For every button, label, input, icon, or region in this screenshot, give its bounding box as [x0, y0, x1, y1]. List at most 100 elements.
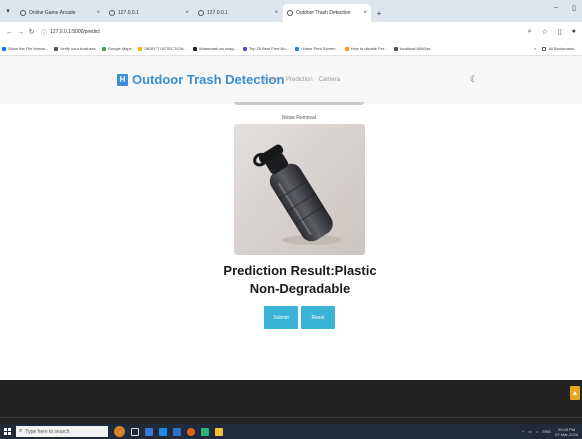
bookmark-label: Google Maps — [107, 46, 132, 51]
brand-logo-icon: H — [117, 73, 128, 86]
moon-icon[interactable]: ☾ — [470, 74, 478, 85]
tab-search-icon[interactable]: ▾ — [0, 0, 16, 22]
tab-title: Online Game Arcade — [29, 10, 76, 16]
footer-divider — [0, 417, 582, 418]
bookmark-item[interactable]: How to disable Pro... — [344, 46, 388, 51]
all-bookmarks-label: All Bookmarks — [548, 46, 574, 51]
prediction-result-line1: Prediction Result:Plastic — [223, 263, 377, 278]
globe-icon — [198, 10, 204, 16]
close-icon[interactable]: × — [96, 10, 100, 16]
browser-tab[interactable]: 127.0.0.1 × — [105, 4, 193, 22]
network-icon[interactable]: ▭ — [528, 429, 532, 434]
site-footer: ▲ — [0, 380, 582, 424]
new-tab-button[interactable]: + — [372, 4, 386, 22]
nav-camera[interactable]: Camera — [319, 77, 340, 83]
infinity-app-icon[interactable] — [145, 427, 153, 436]
bookmark-icon — [393, 46, 398, 51]
browser-tab[interactable]: Online Game Arcade × — [16, 4, 104, 22]
tab-title: 127.0.0.1 — [207, 10, 228, 16]
volume-icon[interactable]: ◖ — [536, 429, 538, 434]
minimize-icon[interactable]: – — [554, 4, 558, 12]
tab-title: Outdoor Trash Detection — [296, 10, 351, 16]
mail-app-icon[interactable] — [173, 427, 181, 436]
windows-start-button[interactable] — [0, 424, 14, 439]
bookmark-item[interactable]: Google Maps — [101, 46, 132, 51]
bookmark-item[interactable]: Show the File format... — [2, 46, 48, 51]
site-navbar: H Outdoor Trash Detection Home Predictio… — [0, 56, 582, 102]
bottle-illustration — [234, 124, 365, 255]
submit-button[interactable]: Submit — [264, 306, 298, 329]
brand-title: Outdoor Trash Detection — [132, 72, 285, 87]
bookmark-icon — [54, 46, 59, 51]
folder-icon[interactable] — [215, 427, 223, 436]
brand-link[interactable]: H Outdoor Trash Detection — [117, 72, 284, 87]
bookmark-label: OBJECT DETECTION... — [143, 46, 187, 51]
browser-tab-active[interactable]: Outdoor Trash Detection × — [283, 4, 371, 22]
url-text: 127.0.0.1:5000/predict — [50, 29, 100, 35]
system-tray: ^ ▭ ◖ ENG 09:25 PM 07-Mar-2024 — [522, 427, 582, 437]
bookmark-item[interactable]: OBJECT DETECTION... — [137, 46, 187, 51]
previous-image-edge — [234, 102, 364, 105]
nav-links: Home Prediction Camera — [264, 77, 340, 83]
close-icon[interactable]: × — [363, 10, 367, 16]
url-input[interactable]: ⓘ 127.0.0.1:5000/predict — [41, 25, 496, 39]
star-icon[interactable]: ☆ — [542, 28, 548, 36]
reset-button[interactable]: Reset — [301, 306, 335, 329]
all-bookmarks[interactable]: All Bookmarks — [542, 46, 574, 51]
taskbar-search-input[interactable]: ⌕ Type here to search — [16, 426, 108, 437]
chevron-up-icon: ▲ — [571, 389, 579, 397]
globe-icon — [20, 10, 26, 16]
bookmark-label: Watermark an imag... — [198, 46, 237, 51]
bookmark-label: How to disable Pro... — [350, 46, 388, 51]
bookmark-item[interactable]: Watermark an imag... — [192, 46, 237, 51]
overflow-icon[interactable]: » — [534, 46, 536, 51]
windows-logo-icon — [3, 428, 11, 435]
clock-date: 07-Mar-2024 — [555, 431, 578, 437]
bookmark-label: Verify your business — [60, 46, 96, 51]
screen: ▾ Online Game Arcade × 127.0.0.1 × 127.0… — [0, 0, 582, 439]
nav-prediction[interactable]: Prediction — [286, 77, 313, 83]
language-indicator[interactable]: ENG — [542, 429, 551, 434]
browser-tab[interactable]: 127.0.0.1 × — [194, 4, 282, 22]
bookmark-item[interactable]: I Have Print Screen... — [294, 46, 339, 51]
sidepanel-icon[interactable]: ▯ — [558, 28, 562, 36]
news-widget-icon[interactable] — [114, 426, 125, 437]
browser-tab-strip: ▾ Online Game Arcade × 127.0.0.1 × 127.0… — [0, 0, 582, 22]
tab-title: 127.0.0.1 — [118, 10, 139, 16]
search-placeholder: Type here to search — [25, 428, 70, 435]
globe-icon — [109, 10, 115, 16]
profile-icon[interactable]: ● — [572, 28, 576, 36]
close-icon[interactable]: × — [185, 10, 189, 16]
bookmark-label: Show the File format... — [8, 46, 49, 51]
address-bar-actions: ⌕ ☆ ▯ ● — [528, 28, 578, 36]
bookmark-icon — [294, 46, 299, 51]
task-view-icon[interactable] — [131, 427, 139, 436]
clock[interactable]: 09:25 PM 07-Mar-2024 — [555, 427, 578, 437]
reload-icon[interactable]: ↻ — [26, 28, 37, 36]
maximize-icon[interactable]: ▯ — [572, 4, 576, 12]
bookmark-icon — [344, 46, 349, 51]
forward-icon[interactable]: → — [15, 29, 26, 36]
close-icon[interactable]: × — [274, 10, 278, 16]
bottle-photo — [234, 124, 365, 255]
address-bar: ← → ↻ ⓘ 127.0.0.1:5000/predict ⌕ ☆ ▯ ● — [0, 22, 582, 42]
back-icon[interactable]: ← — [4, 29, 15, 36]
clock-time: 09:25 PM — [557, 426, 576, 432]
bookmark-icon — [137, 46, 142, 51]
bookmark-item[interactable]: localhost:5000/pr... — [393, 46, 433, 51]
bookmark-item[interactable]: Verify your business — [54, 46, 96, 51]
folder-icon — [542, 46, 547, 51]
tray-chevron-icon[interactable]: ^ — [522, 429, 524, 434]
nav-home[interactable]: Home — [264, 77, 280, 83]
store-app-icon[interactable] — [159, 427, 167, 436]
taskbar-apps — [114, 426, 223, 437]
firefox-icon[interactable] — [187, 427, 195, 436]
prediction-result: Prediction Result:Plastic Non-Degradable — [200, 262, 400, 298]
bookmark-item[interactable]: Top 25 Best Free Bo... — [242, 46, 289, 51]
image-caption: Noise Removal — [282, 115, 316, 121]
zoom-icon[interactable]: ⌕ — [528, 28, 532, 36]
edge-icon[interactable] — [201, 427, 209, 436]
scroll-top-button[interactable]: ▲ — [570, 386, 580, 400]
info-icon[interactable]: ⓘ — [41, 28, 47, 37]
window-controls: – ▯ — [554, 4, 576, 12]
